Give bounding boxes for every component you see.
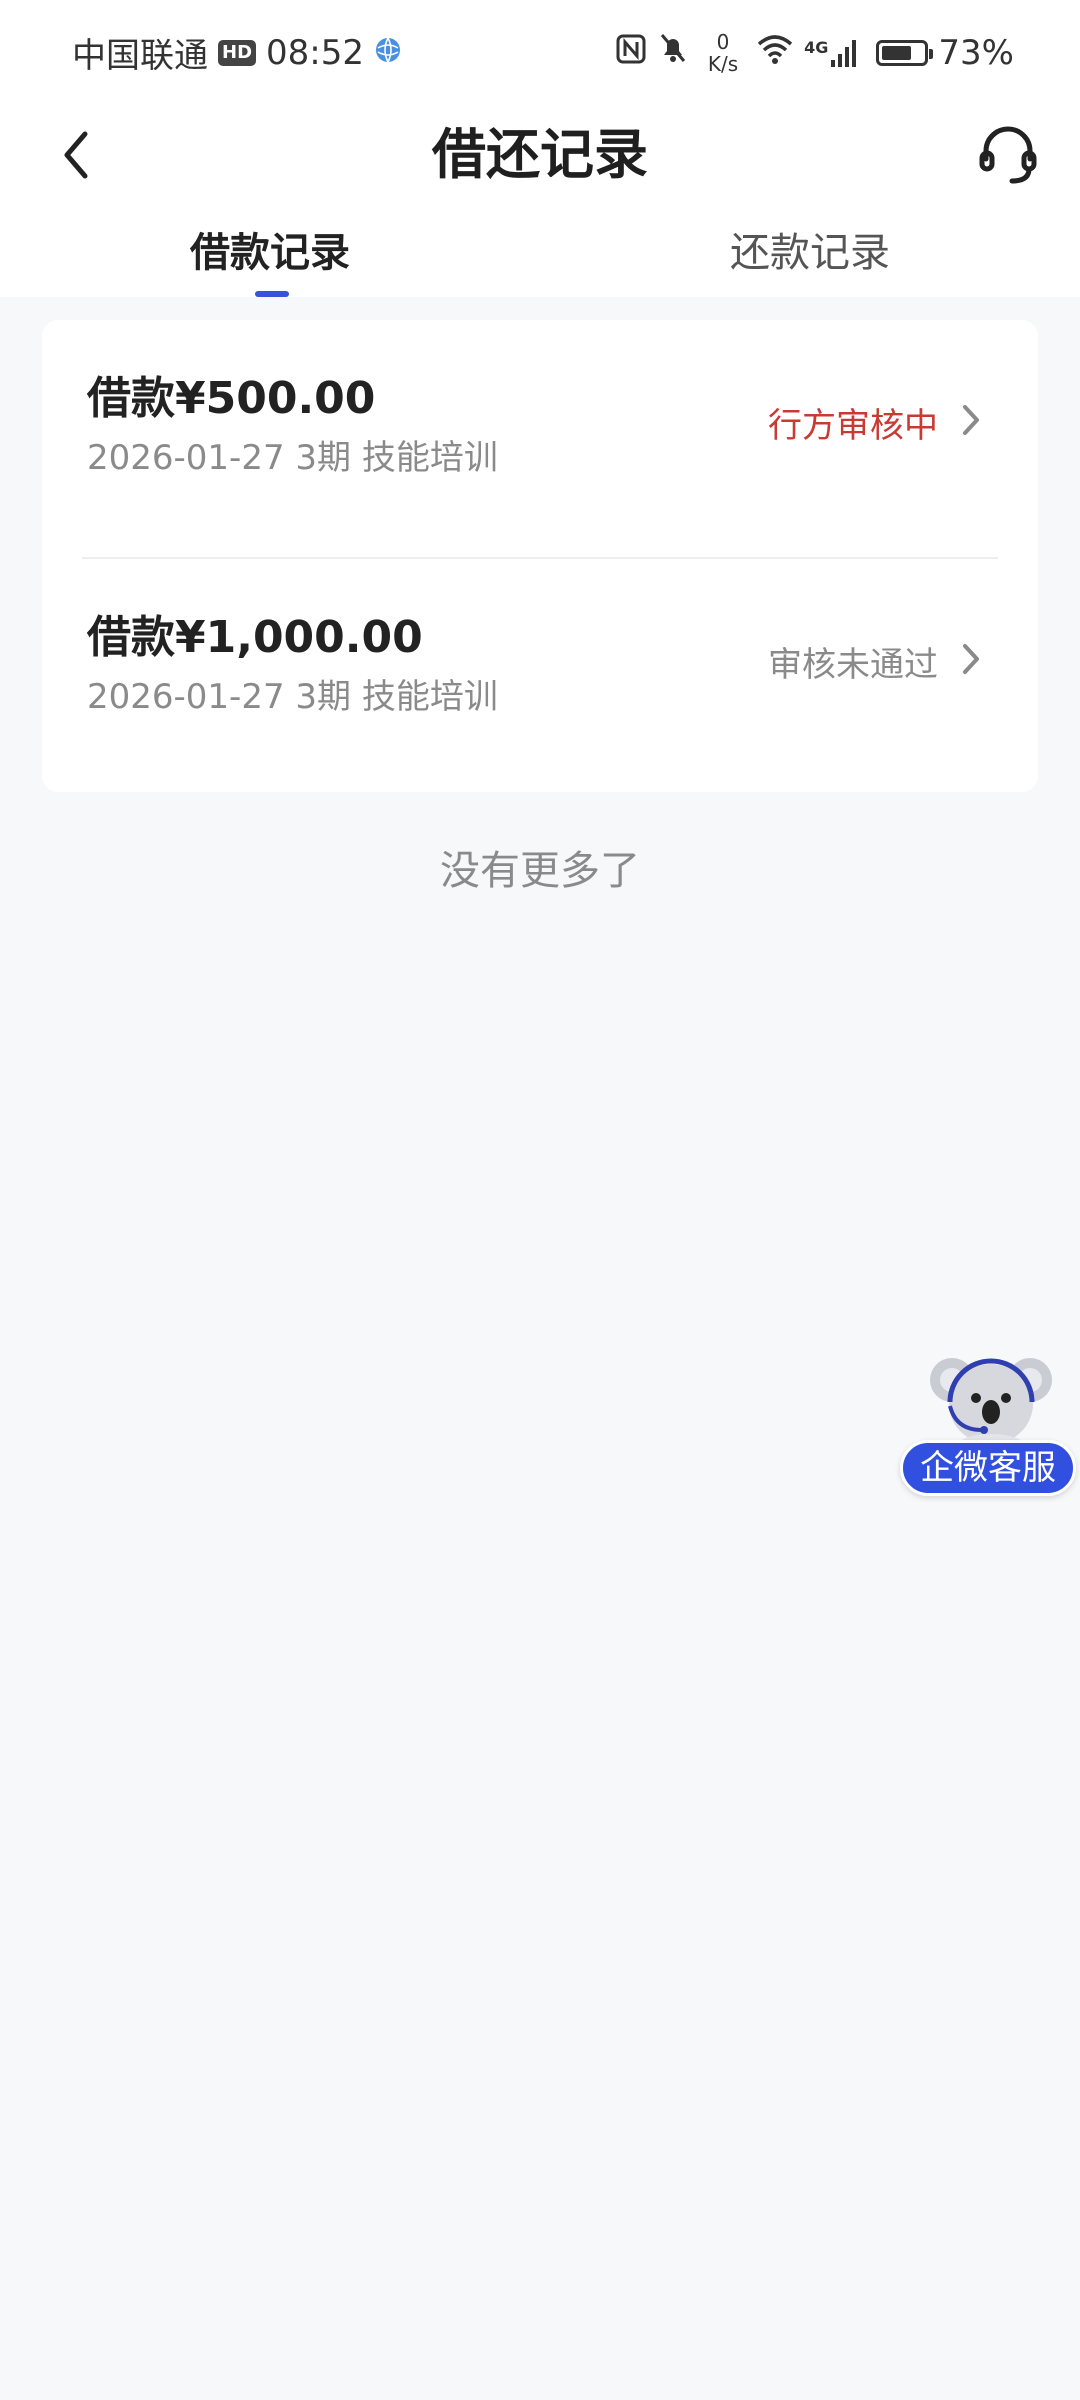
chevron-right-icon (963, 405, 979, 435)
signal-icon: 4G (804, 38, 860, 68)
tab-label: 借款记录 (190, 230, 350, 276)
tab-repay-records[interactable]: 还款记录 (540, 205, 1080, 297)
tab-label: 还款记录 (730, 230, 890, 276)
customer-service-button[interactable] (974, 121, 1042, 189)
battery-icon (876, 39, 934, 66)
loan-amount: 借款¥500.00 (87, 373, 376, 424)
wifi-icon (756, 33, 794, 73)
hd-badge: HD (218, 39, 257, 66)
speed-unit: K/s (707, 51, 739, 76)
headset-icon (979, 126, 1037, 184)
battery-fill (882, 45, 912, 60)
speed-value: 0 (716, 29, 730, 54)
list-end-text: 没有更多了 (440, 848, 640, 894)
nfc-icon (616, 33, 646, 73)
status-text: 审核未通过 (768, 645, 938, 685)
active-tab-indicator (255, 291, 289, 297)
record-tabs: 借款记录 还款记录 (0, 205, 1080, 297)
status-bar: 中国联通 HD 08:52 0 K/s 4G 73% (0, 0, 1080, 105)
list-item[interactable]: 借款¥1,000.00 2026-01-27 3期 技能培训 审核未通过 (82, 557, 998, 792)
network-type: 4G (804, 37, 829, 57)
floating-support-button[interactable]: 企微客服 (898, 1340, 1080, 1502)
battery-percent: 73% (938, 32, 1014, 73)
list-item[interactable]: 借款¥500.00 2026-01-27 3期 技能培训 行方审核中 (42, 320, 1038, 557)
status-text: 行方审核中 (768, 406, 938, 446)
floating-support-label: 企微客服 (900, 1440, 1076, 1496)
status-left: 中国联通 HD 08:52 (72, 28, 402, 77)
network-speed: 0 K/s (708, 31, 738, 75)
loan-amount: 借款¥1,000.00 (87, 612, 423, 663)
chevron-right-icon (963, 644, 979, 674)
records-list: 借款¥500.00 2026-01-27 3期 技能培训 行方审核中 借款¥1,… (42, 320, 1038, 792)
loan-meta: 2026-01-27 3期 技能培训 (87, 677, 498, 717)
status-right: 0 K/s 4G 73% (616, 31, 1014, 75)
browser-globe-icon (374, 33, 402, 73)
page-title: 借还记录 (432, 123, 648, 186)
loan-meta: 2026-01-27 3期 技能培训 (87, 438, 498, 478)
mute-bell-icon (656, 31, 690, 74)
status-time: 08:52 (266, 32, 364, 73)
app-header: 借还记录 (0, 105, 1080, 205)
tab-borrow-records[interactable]: 借款记录 (0, 205, 540, 297)
carrier-name: 中国联通 (72, 36, 208, 76)
